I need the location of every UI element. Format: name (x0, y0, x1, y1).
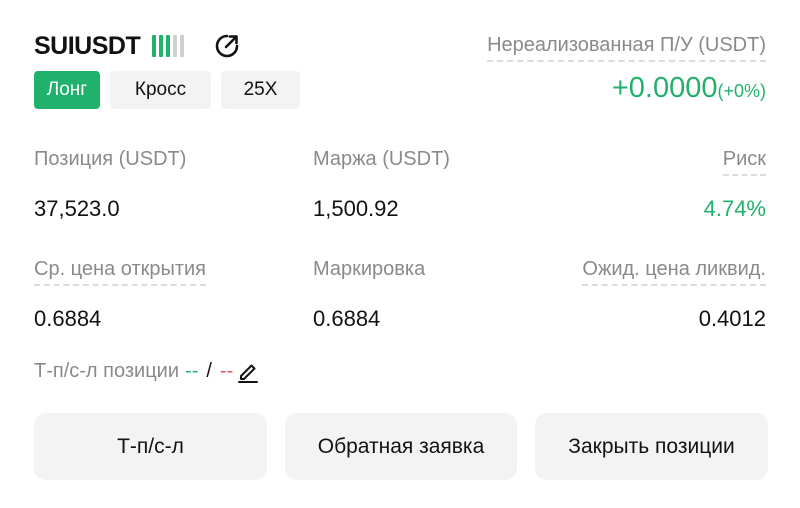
unrealized-pnl-value: +0.0000(+0%) (612, 72, 766, 105)
margin-mode-badge[interactable]: Кросс (110, 71, 211, 109)
tpsl-row: Т-п/с-л позиции -- / -- (34, 360, 259, 383)
stop-loss-value: -- (219, 360, 234, 382)
entry-price-value: 0.6884 (34, 306, 102, 331)
symbol-row: SUIUSDT (34, 29, 242, 63)
liquidation-price-label[interactable]: Ожид. цена ликвид. (582, 258, 766, 286)
strength-bar (159, 35, 164, 57)
margin-value: 1,500.92 (313, 196, 399, 221)
action-buttons: Т-п/с-л Обратная заявка Закрыть позиции (34, 413, 768, 480)
mark-price-value: 0.6884 (313, 306, 381, 331)
position-size-label: Позиция (USDT) (34, 148, 187, 170)
risk-label[interactable]: Риск (722, 148, 766, 176)
risk-value: 4.74% (703, 196, 766, 221)
position-tags: Лонг Кросс 25X (34, 71, 300, 109)
strength-bar (180, 35, 185, 57)
unrealized-pnl-percent: (+0%) (717, 81, 766, 101)
share-icon[interactable] (212, 31, 242, 61)
unrealized-pnl-amount: +0.0000 (611, 72, 718, 104)
signal-strength-icon (152, 34, 185, 58)
mark-price-label: Маркировка (313, 258, 426, 280)
close-position-button[interactable]: Закрыть позиции (535, 413, 768, 480)
position-card: SUIUSDT Лонг Кросс 25X Нереализованная П… (0, 0, 800, 508)
reverse-order-button[interactable]: Обратная заявка (285, 413, 517, 480)
unrealized-pnl-label[interactable]: Нереализованная П/У (USDT) (487, 34, 766, 62)
symbol-name[interactable]: SUIUSDT (34, 32, 141, 61)
strength-bar (173, 35, 178, 57)
strength-bar (166, 35, 171, 57)
entry-price-label[interactable]: Ср. цена открытия (34, 258, 207, 286)
margin-label: Маржа (USDT) (313, 148, 450, 170)
leverage-badge[interactable]: 25X (221, 71, 300, 109)
tpsl-separator: / (206, 360, 212, 382)
take-profit-value: -- (185, 360, 199, 382)
pencil-icon[interactable] (237, 361, 259, 383)
tpsl-button[interactable]: Т-п/с-л (34, 413, 267, 480)
strength-bar (152, 35, 157, 57)
side-badge: Лонг (34, 71, 100, 109)
tpsl-label: Т-п/с-л позиции (34, 360, 180, 382)
liquidation-price-value: 0.4012 (698, 306, 766, 331)
position-size-value: 37,523.0 (34, 196, 120, 221)
